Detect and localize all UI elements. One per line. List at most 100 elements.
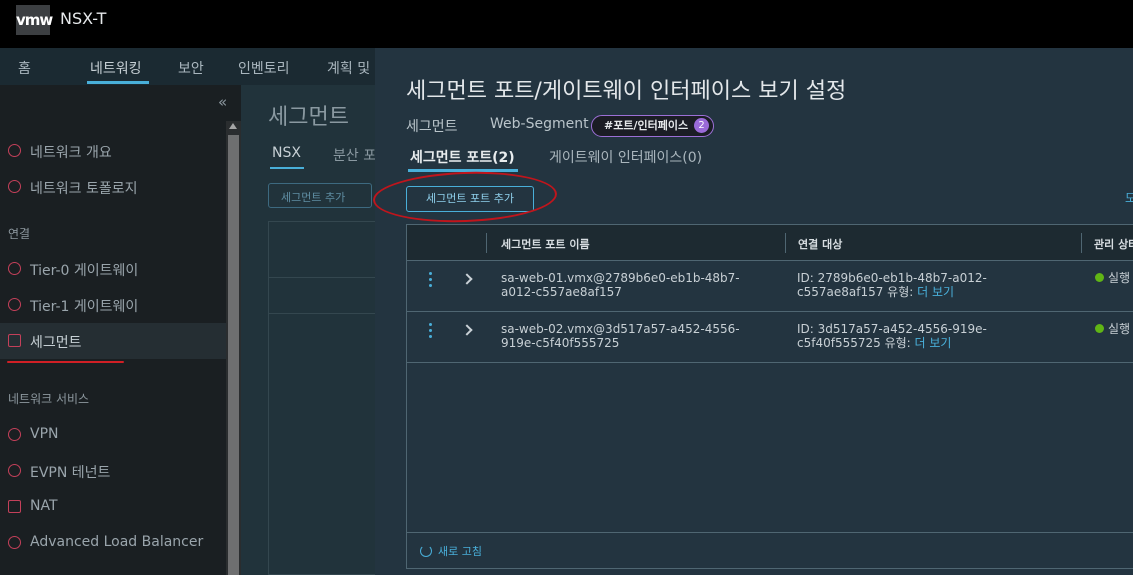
port-name-line: 919e-c5f40f555725 — [501, 336, 620, 350]
tab-networking[interactable]: 네트워킹 — [90, 58, 142, 78]
sidebar: « 네트워크 개요 네트워크 토폴로지 연결 Tier-0 게이트웨이 Tier… — [0, 85, 241, 575]
status-label: 실행 — [1108, 271, 1131, 285]
kebab-menu-icon[interactable] — [429, 272, 433, 288]
tab-inventory[interactable]: 인벤토리 — [238, 58, 290, 78]
active-tab-indicator — [270, 167, 304, 169]
more-info-link[interactable]: 더 보기 — [917, 285, 954, 299]
target-line: c5f40f555725 유형: — [797, 336, 911, 350]
scroll-up-icon[interactable] — [229, 123, 237, 129]
table-row[interactable] — [269, 313, 382, 349]
sidebar-item-load-balancer[interactable]: Advanced Load Balancer — [0, 525, 226, 561]
tier0-gateway-icon — [8, 262, 21, 275]
tab-nsx[interactable]: NSX — [272, 145, 301, 161]
sidebar-item-label: NAT — [30, 498, 58, 514]
connected-to-cell: ID: 3d517a57-a452-4556-919e- c5f40f55572… — [797, 322, 987, 350]
sidebar-item-label: EVPN 테넌트 — [30, 465, 111, 481]
table-row[interactable] — [269, 277, 382, 313]
target-line: ID: 3d517a57-a452-4556-919e- — [797, 322, 987, 336]
status-cell: 실행 — [1095, 322, 1130, 336]
sidebar-item-tier1[interactable]: Tier-1 게이트웨이 — [0, 287, 226, 323]
tab-security[interactable]: 보안 — [178, 58, 204, 78]
refresh-label: 새로 고침 — [438, 545, 482, 558]
refresh-icon — [420, 545, 432, 557]
sidebar-item-evpn[interactable]: EVPN 테넌트 — [0, 453, 226, 489]
tier1-gateway-icon — [8, 298, 21, 311]
background-page: 세그먼트 NSX 분산 포 세그먼트 추가 — [241, 85, 382, 575]
active-tab-indicator — [408, 169, 518, 172]
expand-chevron-icon[interactable] — [461, 324, 473, 336]
segment-ports-grid: 세그먼트 포트 이름 연결 대상 관리 상태 sa-web-01.vmx@278… — [406, 224, 1133, 569]
port-name-cell: sa-web-02.vmx@3d517a57-a452-4556- 919e-c… — [501, 322, 740, 350]
sidebar-item-nat[interactable]: NAT — [0, 489, 226, 525]
sidebar-item-label: Tier-0 게이트웨이 — [30, 263, 139, 279]
column-header-connected-to[interactable]: 연결 대상 — [798, 236, 842, 252]
tag-count-badge: 2 — [694, 118, 710, 133]
gauge-icon — [8, 144, 21, 157]
column-separator — [1081, 233, 1082, 253]
tab-gateway-interfaces[interactable]: 게이트웨이 인터페이스(0) — [549, 147, 702, 167]
sidebar-item-label: VPN — [30, 426, 59, 442]
sidebar-item-segments[interactable]: 세그먼트 — [0, 323, 226, 359]
column-header-port-name[interactable]: 세그먼트 포트 이름 — [501, 236, 590, 252]
port-name-cell: sa-web-01.vmx@2789b6e0-eb1b-48b7- a012-c… — [501, 271, 740, 299]
collapse-sidebar-icon[interactable]: « — [218, 93, 227, 111]
sidebar-item-network-topology[interactable]: 네트워크 토폴로지 — [0, 169, 226, 205]
sidebar-item-label: 네트워크 개요 — [30, 145, 112, 161]
scrollbar-thumb[interactable] — [228, 135, 239, 575]
annotation-underline — [7, 361, 124, 363]
refresh-button[interactable]: 새로 고침 — [420, 543, 482, 559]
sidebar-item-label: Tier-1 게이트웨이 — [30, 299, 139, 315]
app-title: NSX-T — [60, 9, 107, 28]
column-separator — [486, 233, 487, 253]
status-label: 실행 — [1108, 322, 1131, 336]
load-balancer-icon — [8, 536, 21, 549]
tab-plan[interactable]: 계획 및 — [327, 58, 370, 78]
sidebar-item-label: 네트워크 토폴로지 — [30, 181, 138, 197]
tab-segment-ports[interactable]: 세그먼트 포트(2) — [410, 147, 515, 167]
column-separator — [785, 233, 786, 253]
sidebar-item-tier0[interactable]: Tier-0 게이트웨이 — [0, 251, 226, 287]
port-name-line: a012-c557ae8af157 — [501, 285, 622, 299]
port-interface-tag: #포트/인터페이스 2 — [591, 115, 715, 137]
expand-chevron-icon[interactable] — [461, 273, 473, 285]
connected-to-cell: ID: 2789b6e0-eb1b-48b7-a012- c557ae8af15… — [797, 271, 987, 299]
nat-icon — [8, 500, 21, 513]
segment-icon — [8, 334, 21, 347]
add-segment-button[interactable]: 세그먼트 추가 — [268, 183, 372, 208]
grid-footer: 새로 고침 — [407, 532, 1133, 568]
column-header-admin-status[interactable]: 관리 상태 — [1094, 236, 1133, 252]
topology-icon — [8, 180, 21, 193]
grid-header: 세그먼트 포트 이름 연결 대상 관리 상태 — [407, 225, 1133, 261]
sidebar-item-label: Advanced Load Balancer — [30, 534, 204, 550]
page-title: 세그먼트 — [268, 105, 349, 130]
segments-grid — [268, 221, 382, 575]
status-ok-icon — [1095, 324, 1104, 333]
segment-port-modal: 세그먼트 포트/게이트웨이 인터페이스 보기 설정 세그먼트 Web-Segme… — [372, 48, 1133, 575]
tab-home[interactable]: 홈 — [18, 58, 31, 78]
tab-distributed[interactable]: 분산 포 — [333, 145, 376, 165]
more-info-link[interactable]: 더 보기 — [915, 336, 952, 350]
segment-label: 세그먼트 — [406, 119, 458, 135]
active-tab-indicator — [87, 81, 149, 84]
section-network-services: 네트워크 서비스 — [8, 392, 90, 406]
section-connectivity: 연결 — [8, 227, 31, 241]
main-nav: 홈 네트워킹 보안 인벤토리 계획 및 — [0, 48, 380, 85]
table-row[interactable]: sa-web-01.vmx@2789b6e0-eb1b-48b7- a012-c… — [407, 261, 1133, 312]
vmware-logo: vmw — [16, 5, 53, 35]
sidebar-item-network-overview[interactable]: 네트워크 개요 — [0, 133, 226, 169]
evpn-icon — [8, 464, 21, 477]
sidebar-item-label: 세그먼트 — [30, 335, 82, 351]
modal-title: 세그먼트 포트/게이트웨이 인터페이스 보기 설정 — [406, 79, 847, 104]
more-link[interactable]: 모 — [1125, 189, 1133, 206]
add-segment-port-button[interactable]: 세그먼트 포트 추가 — [406, 186, 534, 212]
table-row[interactable]: sa-web-02.vmx@3d517a57-a452-4556- 919e-c… — [407, 312, 1133, 363]
sidebar-item-vpn[interactable]: VPN — [0, 417, 226, 453]
port-name-line: sa-web-02.vmx@3d517a57-a452-4556- — [501, 322, 740, 336]
kebab-menu-icon[interactable] — [429, 323, 433, 339]
port-name-line: sa-web-01.vmx@2789b6e0-eb1b-48b7- — [501, 271, 740, 285]
tag-label: #포트/인터페이스 — [604, 119, 689, 132]
status-ok-icon — [1095, 273, 1104, 282]
sidebar-scrollbar[interactable] — [226, 121, 241, 575]
status-cell: 실행 — [1095, 271, 1130, 285]
segment-name: Web-Segment — [490, 116, 589, 132]
